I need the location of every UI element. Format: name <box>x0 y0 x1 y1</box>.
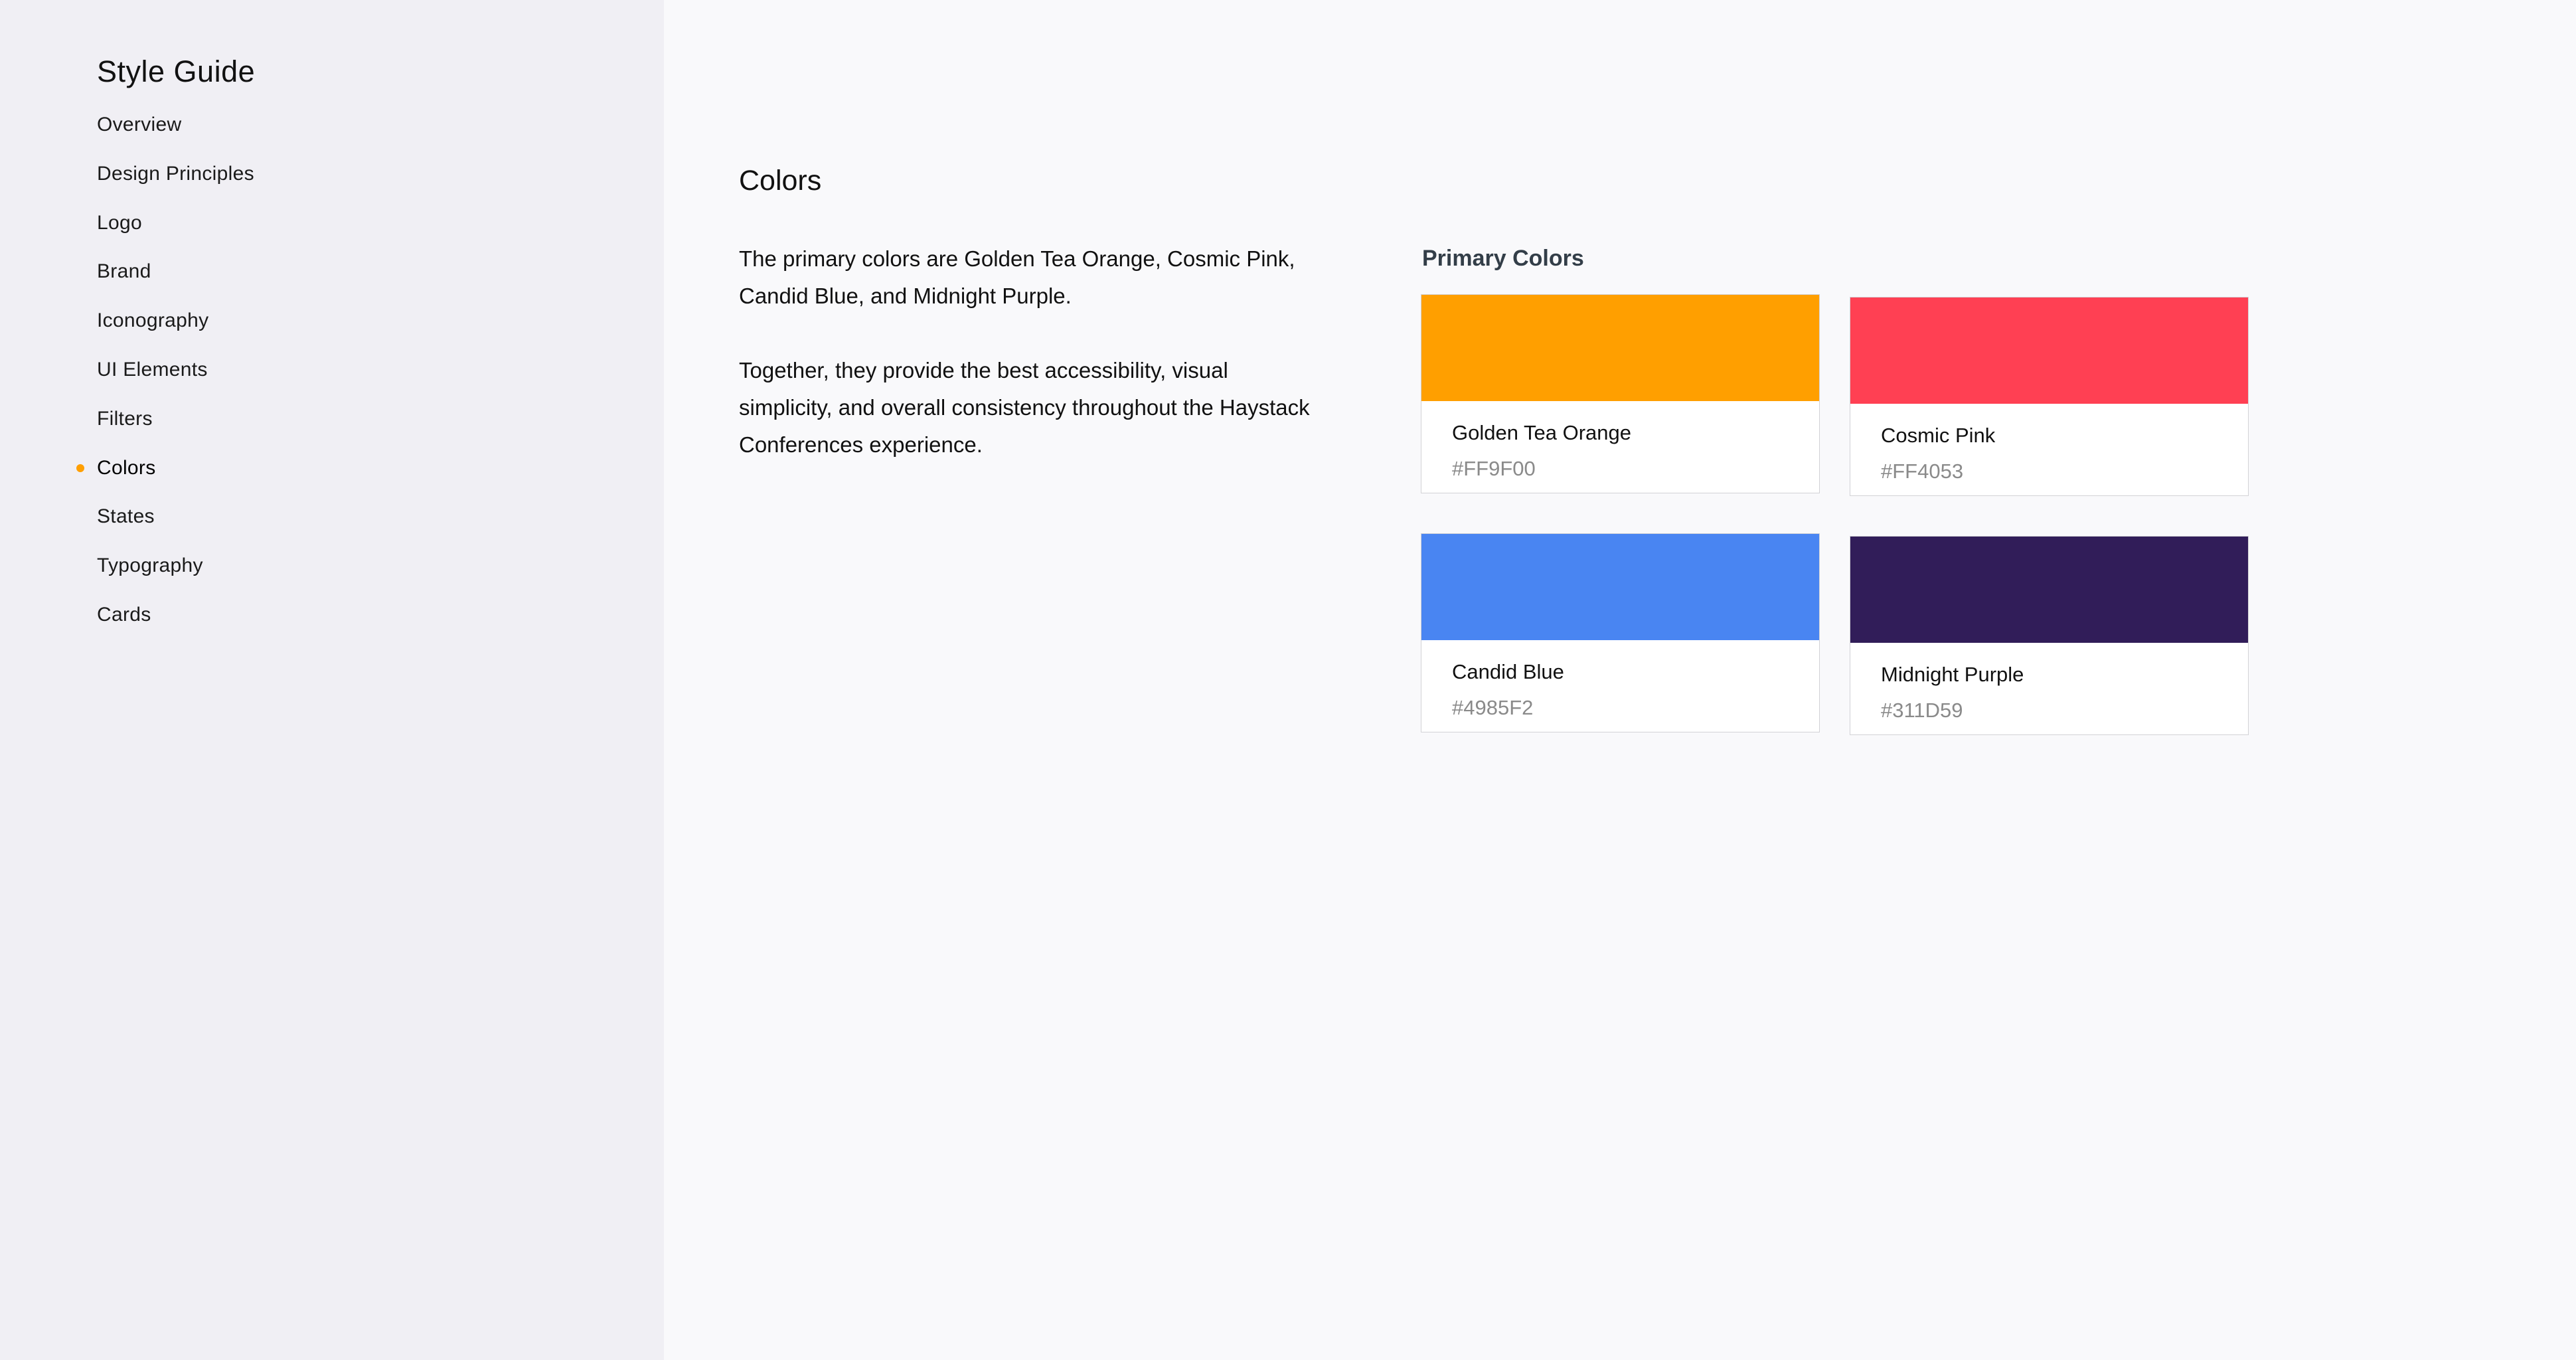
sidebar-item-label: Filters <box>97 407 153 430</box>
color-name: Midnight Purple <box>1881 663 2024 686</box>
sidebar-item-ui-elements[interactable]: UI Elements <box>0 351 664 400</box>
sidebar-item-design-principles[interactable]: Design Principles <box>0 155 664 205</box>
primary-colors-heading: Primary Colors <box>1422 246 1584 271</box>
color-name: Golden Tea Orange <box>1452 421 1632 444</box>
intro-paragraph: Together, they provide the best accessib… <box>739 358 1310 457</box>
sidebar-item-filters[interactable]: Filters <box>0 400 664 450</box>
sidebar-item-label: Logo <box>97 211 142 234</box>
color-hex: #FF4053 <box>1881 460 1964 483</box>
color-hex: #FF9F00 <box>1452 457 1536 480</box>
color-card-golden-tea-orange: Golden Tea Orange #FF9F00 <box>1421 294 1820 493</box>
color-card-midnight-purple: Midnight Purple #311D59 <box>1850 536 2249 735</box>
sidebar: Style Guide Overview Design Principles L… <box>0 0 664 1360</box>
sidebar-item-label: Overview <box>97 114 182 135</box>
sidebar-item-overview[interactable]: Overview <box>0 106 664 155</box>
intro-paragraph: The primary colors are Golden Tea Orange… <box>739 246 1295 308</box>
sidebar-nav: Overview Design Principles Logo Brand Ic… <box>0 106 664 645</box>
sidebar-item-label: Iconography <box>97 309 209 332</box>
color-swatch <box>1421 534 1819 640</box>
color-hex: #311D59 <box>1881 699 1963 722</box>
sidebar-item-brand[interactable]: Brand <box>0 253 664 302</box>
sidebar-item-label: Brand <box>97 260 151 283</box>
sidebar-item-iconography[interactable]: Iconography <box>0 302 664 351</box>
sidebar-item-label: Colors <box>97 456 156 479</box>
sidebar-item-label: States <box>97 505 155 528</box>
sidebar-item-label: Cards <box>97 603 151 626</box>
active-bullet-icon <box>76 464 84 472</box>
sidebar-item-logo[interactable]: Logo <box>0 205 664 254</box>
color-hex: #4985F2 <box>1452 696 1534 719</box>
sidebar-item-typography[interactable]: Typography <box>0 547 664 596</box>
color-name: Cosmic Pink <box>1881 424 1996 447</box>
color-swatch <box>1850 298 2248 404</box>
page-title: Colors <box>739 165 822 197</box>
intro-text: The primary colors are Golden Tea Orange… <box>739 240 1310 501</box>
sidebar-item-label: UI Elements <box>97 358 208 381</box>
sidebar-item-cards[interactable]: Cards <box>0 596 664 645</box>
sidebar-item-colors[interactable]: Colors <box>0 450 664 499</box>
color-swatch <box>1421 295 1819 401</box>
color-card-candid-blue: Candid Blue #4985F2 <box>1421 533 1820 732</box>
color-card-cosmic-pink: Cosmic Pink #FF4053 <box>1850 297 2249 496</box>
sidebar-item-label: Design Principles <box>97 162 254 185</box>
color-swatch <box>1850 537 2248 643</box>
color-name: Candid Blue <box>1452 660 1564 683</box>
sidebar-title: Style Guide <box>97 54 256 88</box>
main-content: Colors The primary colors are Golden Tea… <box>664 0 2576 1360</box>
sidebar-item-states[interactable]: States <box>0 498 664 547</box>
sidebar-item-label: Typography <box>97 554 203 577</box>
